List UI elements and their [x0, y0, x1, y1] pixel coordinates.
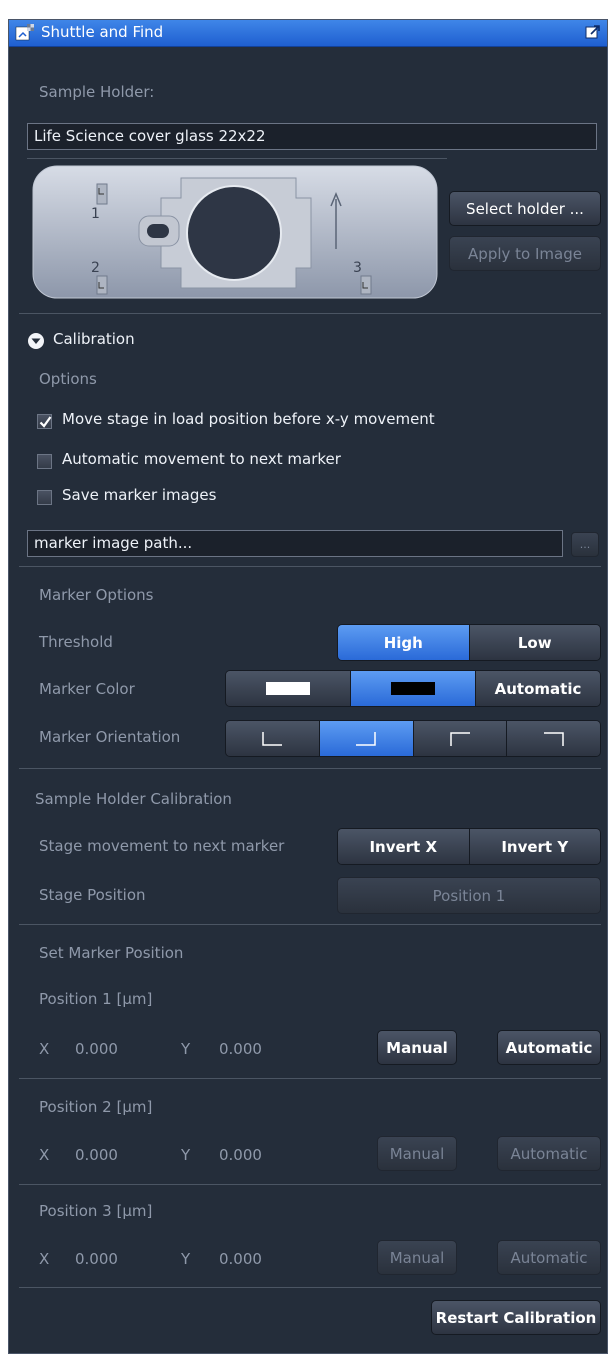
shuttle-and-find-panel: Shuttle and Find Sample Holder: Life Sci…	[8, 19, 608, 1354]
position-2-y-label: Y	[181, 1146, 191, 1164]
stage-position-label: Stage Position	[39, 886, 146, 904]
marker-image-path-field[interactable]: marker image path...	[27, 530, 563, 557]
position-1-manual-button[interactable]: Manual	[377, 1030, 457, 1065]
position-2-title: Position 2 [µm]	[39, 1098, 153, 1116]
marker-1-label: 1	[91, 206, 100, 222]
corner-top-right-icon	[543, 731, 564, 746]
move-stage-label: Move stage in load position before x-y m…	[62, 410, 435, 428]
white-swatch	[266, 682, 310, 695]
undock-icon[interactable]	[585, 24, 601, 40]
checkmark-icon	[39, 416, 52, 428]
corner-top-left-icon	[450, 731, 470, 746]
threshold-segmented: High Low	[337, 624, 601, 661]
position-1-y-value: 0.000	[219, 1040, 262, 1058]
move-stage-checkbox[interactable]	[37, 414, 52, 429]
section-divider	[19, 1078, 601, 1079]
orientation-bottom-right-option[interactable]	[319, 721, 414, 756]
marker-color-label: Marker Color	[39, 680, 135, 698]
invert-segmented: Invert X Invert Y	[337, 828, 601, 865]
automatic-movement-checkbox[interactable]	[37, 454, 52, 469]
invert-y-button[interactable]: Invert Y	[469, 829, 600, 864]
calibration-header[interactable]: Calibration	[53, 330, 135, 348]
section-divider	[19, 313, 601, 314]
marker-color-white-option[interactable]	[226, 671, 351, 706]
holder-divider	[27, 158, 447, 159]
threshold-label: Threshold	[39, 633, 113, 651]
position-3-automatic-button[interactable]: Automatic	[497, 1240, 601, 1275]
apply-to-image-button[interactable]: Apply to Image	[449, 236, 601, 271]
marker-color-segmented: Automatic	[225, 670, 601, 707]
marker-orientation-label: Marker Orientation	[39, 728, 181, 746]
threshold-low-option[interactable]: Low	[469, 625, 600, 660]
title-bar: Shuttle and Find	[9, 20, 607, 47]
position-1-x-label: X	[39, 1040, 50, 1058]
marker-color-black-option[interactable]	[351, 671, 476, 706]
position-1-x-value: 0.000	[75, 1040, 118, 1058]
marker-color-automatic-option[interactable]: Automatic	[476, 671, 600, 706]
marker-2-label: 2	[91, 260, 100, 276]
section-divider	[19, 1184, 601, 1185]
invert-x-button[interactable]: Invert X	[338, 829, 470, 864]
black-swatch	[391, 682, 435, 695]
section-divider	[19, 566, 601, 567]
position-2-x-label: X	[39, 1146, 50, 1164]
section-divider	[19, 924, 601, 925]
sample-holder-field[interactable]: Life Science cover glass 22x22	[27, 123, 597, 150]
set-marker-position-header: Set Marker Position	[39, 944, 184, 962]
options-label: Options	[39, 370, 97, 388]
position-3-title: Position 3 [µm]	[39, 1202, 153, 1220]
automatic-movement-label: Automatic movement to next marker	[62, 450, 341, 468]
corner-bottom-right-icon	[356, 731, 376, 746]
position-3-x-label: X	[39, 1250, 50, 1268]
position-3-x-value: 0.000	[75, 1250, 118, 1268]
orientation-top-left-option[interactable]	[413, 721, 508, 756]
shuttle-find-app-icon	[15, 24, 34, 41]
position-3-y-value: 0.000	[219, 1250, 262, 1268]
position-1-y-label: Y	[181, 1040, 191, 1058]
section-divider	[19, 768, 601, 769]
save-marker-images-label: Save marker images	[62, 486, 217, 504]
marker-3-label: 3	[353, 260, 362, 276]
position-2-y-value: 0.000	[219, 1146, 262, 1164]
stage-movement-label: Stage movement to next marker	[39, 837, 285, 855]
holder-calibration-header: Sample Holder Calibration	[35, 790, 232, 808]
collapse-chevron-icon[interactable]	[27, 332, 45, 350]
threshold-high-option[interactable]: High	[338, 625, 470, 660]
position-1-title: Position 1 [µm]	[39, 990, 153, 1008]
position-3-manual-button[interactable]: Manual	[377, 1240, 457, 1275]
stage-position-button[interactable]: Position 1	[337, 877, 601, 914]
save-marker-images-checkbox[interactable]	[37, 490, 52, 505]
select-holder-button[interactable]: Select holder ...	[449, 191, 601, 226]
position-1-automatic-button[interactable]: Automatic	[497, 1030, 601, 1065]
position-2-automatic-button[interactable]: Automatic	[497, 1136, 601, 1171]
orientation-bottom-left-option[interactable]	[226, 721, 320, 756]
corner-bottom-left-icon	[262, 731, 283, 746]
window-title: Shuttle and Find	[41, 23, 164, 41]
position-2-x-value: 0.000	[75, 1146, 118, 1164]
browse-path-button[interactable]: ...	[571, 532, 599, 557]
sample-holder-diagram	[32, 165, 438, 299]
restart-calibration-button[interactable]: Restart Calibration	[431, 1300, 601, 1335]
marker-options-header: Marker Options	[39, 586, 154, 604]
sample-holder-label: Sample Holder:	[39, 83, 155, 101]
position-2-manual-button[interactable]: Manual	[377, 1136, 457, 1171]
section-divider	[19, 1287, 601, 1288]
orientation-top-right-option[interactable]	[507, 721, 600, 756]
marker-orientation-segmented	[225, 720, 601, 757]
position-3-y-label: Y	[181, 1250, 191, 1268]
